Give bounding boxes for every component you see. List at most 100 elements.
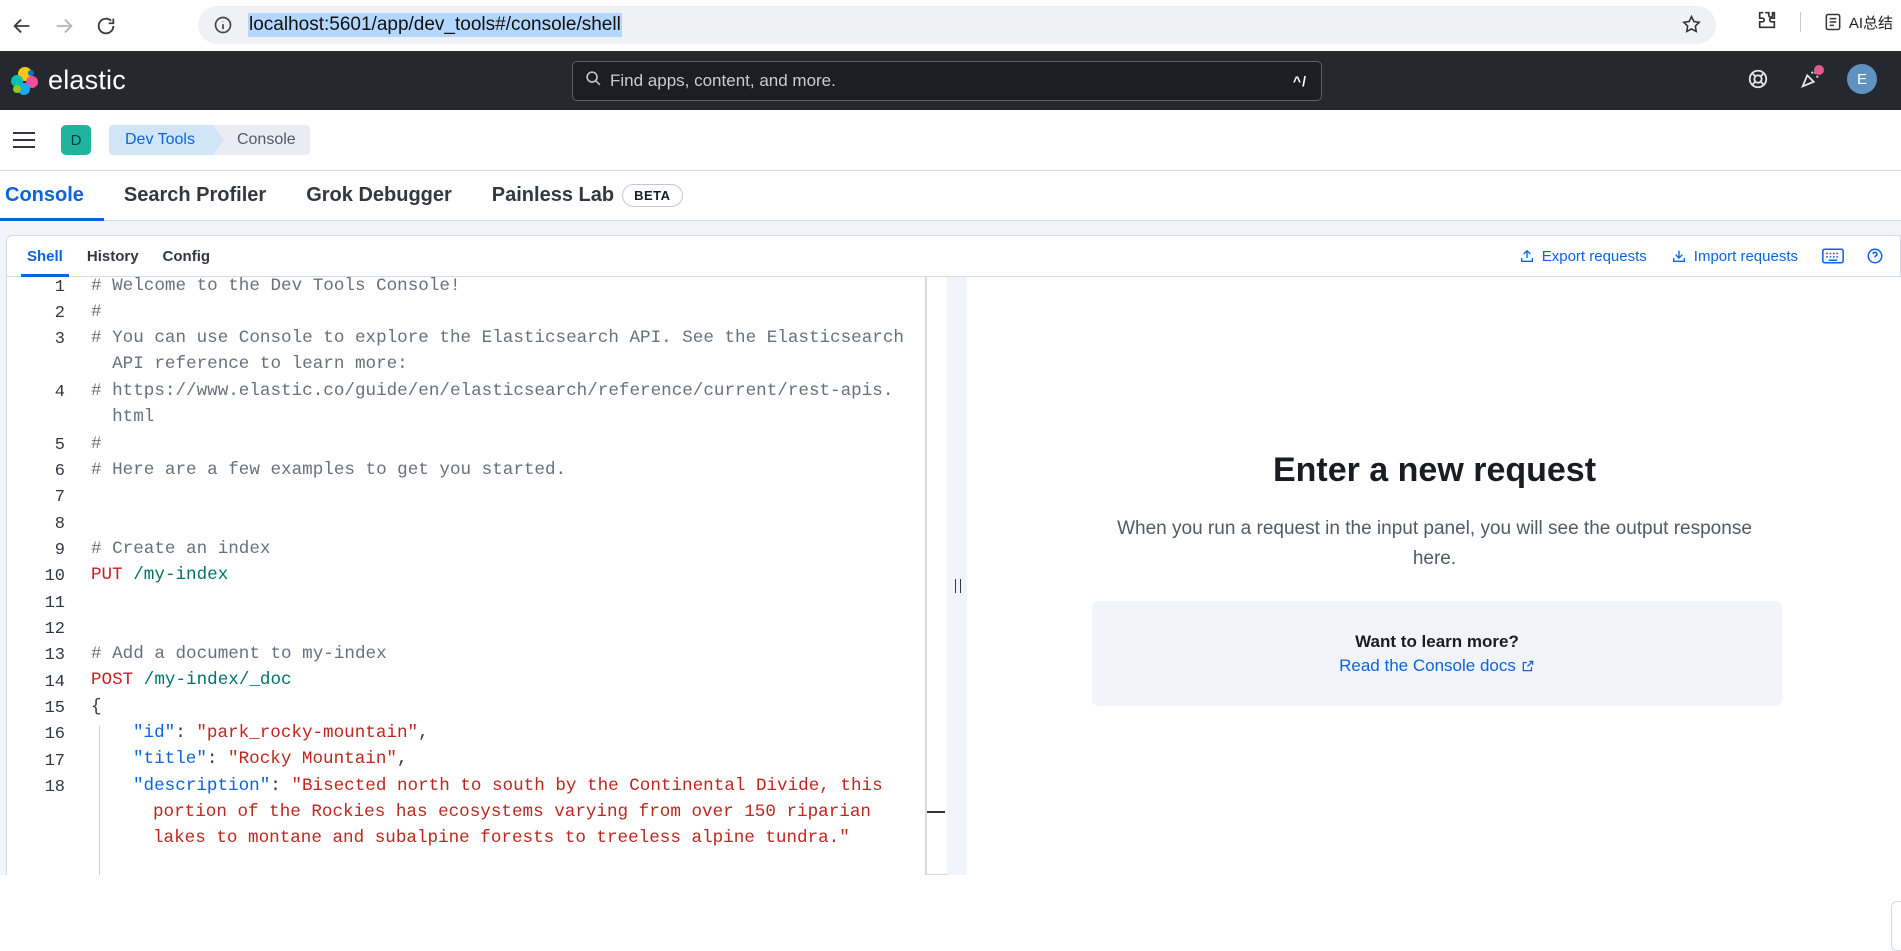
bookmark-star-icon[interactable] — [1681, 14, 1702, 40]
console-panel: Shell History Config Export requests Imp… — [6, 235, 1901, 875]
dev-tools-tabs: Console Search Profiler Grok Debugger Pa… — [0, 171, 1901, 221]
external-link-icon — [1522, 660, 1534, 672]
code-line: { — [91, 697, 102, 717]
line-number: 6 — [54, 462, 65, 481]
elastic-header: elastic Find apps, content, and more. ^/… — [0, 51, 1901, 110]
panel-resizer[interactable] — [947, 277, 967, 875]
global-search-input[interactable]: Find apps, content, and more. ^/ — [572, 61, 1322, 101]
breadcrumb-bar: D Dev Tools Console — [0, 110, 1901, 171]
extensions-icon[interactable] — [1756, 9, 1778, 35]
code-line: html — [91, 407, 155, 427]
code-line: "description": "Bisected north to south … — [133, 776, 883, 796]
user-avatar[interactable]: E — [1847, 64, 1877, 94]
request-path: /my-index/_doc — [133, 670, 292, 690]
line-number: 1 — [54, 278, 65, 297]
json-value: "Bisected north to south by the Continen… — [291, 776, 883, 796]
output-panel: Enter a new request When you run a reque… — [967, 277, 1901, 875]
line-number: 3 — [54, 330, 65, 349]
code-line: "title": "Rocky Mountain", — [133, 749, 408, 769]
json-value: "Rocky Mountain" — [228, 749, 397, 769]
resize-handle-icon[interactable] — [955, 579, 961, 593]
export-requests-label: Export requests — [1541, 247, 1647, 265]
help-icon[interactable] — [1743, 64, 1773, 94]
tab-painless-lab[interactable]: Painless Lab BETA — [472, 171, 703, 220]
line-number: 16 — [44, 725, 65, 744]
browser-toolbar: localhost:5601/app/dev_tools#/console/sh… — [0, 0, 1901, 51]
ai-summary-button[interactable]: AI总结 — [1823, 12, 1893, 33]
reload-button[interactable] — [86, 6, 126, 46]
code-line: "id": "park_rocky-mountain", — [133, 723, 429, 743]
line-number-gutter: 1 2 3 4 5 6 7 8 9 10 11 12 13 14 15 16 1… — [7, 277, 77, 875]
reload-icon — [97, 17, 115, 34]
tab-painless-lab-label: Painless Lab — [491, 184, 615, 206]
address-bar[interactable]: localhost:5601/app/dev_tools#/console/sh… — [198, 6, 1716, 44]
line-number: 11 — [44, 594, 65, 613]
search-shortcut: ^/ — [1292, 73, 1307, 89]
request-path: /my-index — [122, 565, 229, 585]
help-question-icon[interactable] — [1866, 236, 1884, 276]
side-panel-tab[interactable] — [1891, 901, 1901, 951]
code-line: # https://www.elastic.co/guide/en/elasti… — [91, 381, 894, 401]
tab-search-profiler[interactable]: Search Profiler — [104, 171, 286, 220]
space-avatar[interactable]: D — [61, 125, 91, 155]
http-method: PUT — [91, 565, 123, 585]
tab-console[interactable]: Console — [0, 171, 104, 221]
search-icon — [585, 70, 602, 92]
code-line: POST /my-index/_doc — [91, 667, 292, 693]
code-line: # — [91, 434, 102, 454]
breadcrumb-dev-tools[interactable]: Dev Tools — [109, 125, 224, 155]
tab-history[interactable]: History — [75, 236, 151, 276]
logo-text: elastic — [48, 65, 126, 95]
export-requests-button[interactable]: Export requests — [1519, 236, 1647, 276]
line-number: 13 — [44, 646, 65, 665]
document-icon — [1825, 13, 1841, 31]
keyboard-shortcuts-icon[interactable] — [1822, 236, 1844, 276]
code-line: PUT /my-index — [91, 562, 228, 588]
arrow-right-icon — [56, 18, 73, 33]
code-line: # Here are a few examples to get you sta… — [91, 460, 567, 480]
line-number: 10 — [44, 567, 65, 586]
tab-config[interactable]: Config — [151, 236, 222, 276]
http-method: POST — [91, 670, 134, 690]
json-key: "id" — [133, 723, 176, 743]
header-actions: E — [1743, 64, 1877, 94]
code-line: # — [91, 302, 102, 322]
json-key: "title" — [133, 749, 207, 769]
console-area: Shell History Config Export requests Imp… — [0, 221, 1901, 951]
tab-grok-debugger[interactable]: Grok Debugger — [286, 171, 472, 220]
json-value: "park_rocky-mountain" — [196, 723, 419, 743]
learn-more-question: Want to learn more? — [1355, 632, 1519, 651]
code-line: lakes to montane and subalpine forests t… — [153, 828, 850, 848]
import-requests-button[interactable]: Import requests — [1671, 236, 1798, 276]
empty-output-description: When you run a request in the input pane… — [1117, 518, 1752, 569]
beta-badge: BETA — [622, 184, 683, 207]
back-button[interactable] — [2, 6, 42, 46]
indent-guide — [99, 726, 100, 875]
search-placeholder: Find apps, content, and more. — [610, 71, 836, 90]
request-editor[interactable]: 1 2 3 4 5 6 7 8 9 10 11 12 13 14 15 16 1… — [7, 277, 927, 875]
console-subtabs: Shell History Config Export requests Imp… — [7, 236, 1900, 277]
toolbar-separator — [1799, 12, 1801, 32]
url-text[interactable]: localhost:5601/app/dev_tools#/console/sh… — [248, 13, 622, 37]
json-key: "description" — [133, 776, 271, 796]
site-info-icon[interactable] — [206, 15, 240, 35]
hamburger-menu-icon[interactable] — [13, 128, 37, 152]
console-docs-link-label: Read the Console docs — [1339, 656, 1516, 675]
editor-scrollbar[interactable] — [925, 277, 927, 875]
empty-output-title: Enter a new request — [1272, 451, 1597, 489]
breadcrumb: Dev Tools Console — [109, 125, 310, 155]
forward-button[interactable] — [44, 6, 84, 46]
code-line: # Add a document to my-index — [91, 644, 387, 664]
export-icon — [1520, 249, 1533, 262]
tab-shell[interactable]: Shell — [15, 236, 75, 277]
breadcrumb-console: Console — [212, 125, 310, 155]
import-requests-label: Import requests — [1693, 247, 1798, 265]
browser-extras: AI总结 — [1756, 0, 1893, 44]
line-number: 8 — [54, 515, 65, 534]
line-number: 2 — [54, 304, 65, 323]
code-line: portion of the Rockies has ecosystems va… — [153, 802, 871, 822]
line-number: 5 — [54, 436, 65, 455]
elastic-logo[interactable]: elastic — [8, 65, 126, 97]
news-feed-icon[interactable] — [1795, 64, 1825, 94]
console-docs-link[interactable]: Read the Console docs — [1339, 656, 1535, 676]
